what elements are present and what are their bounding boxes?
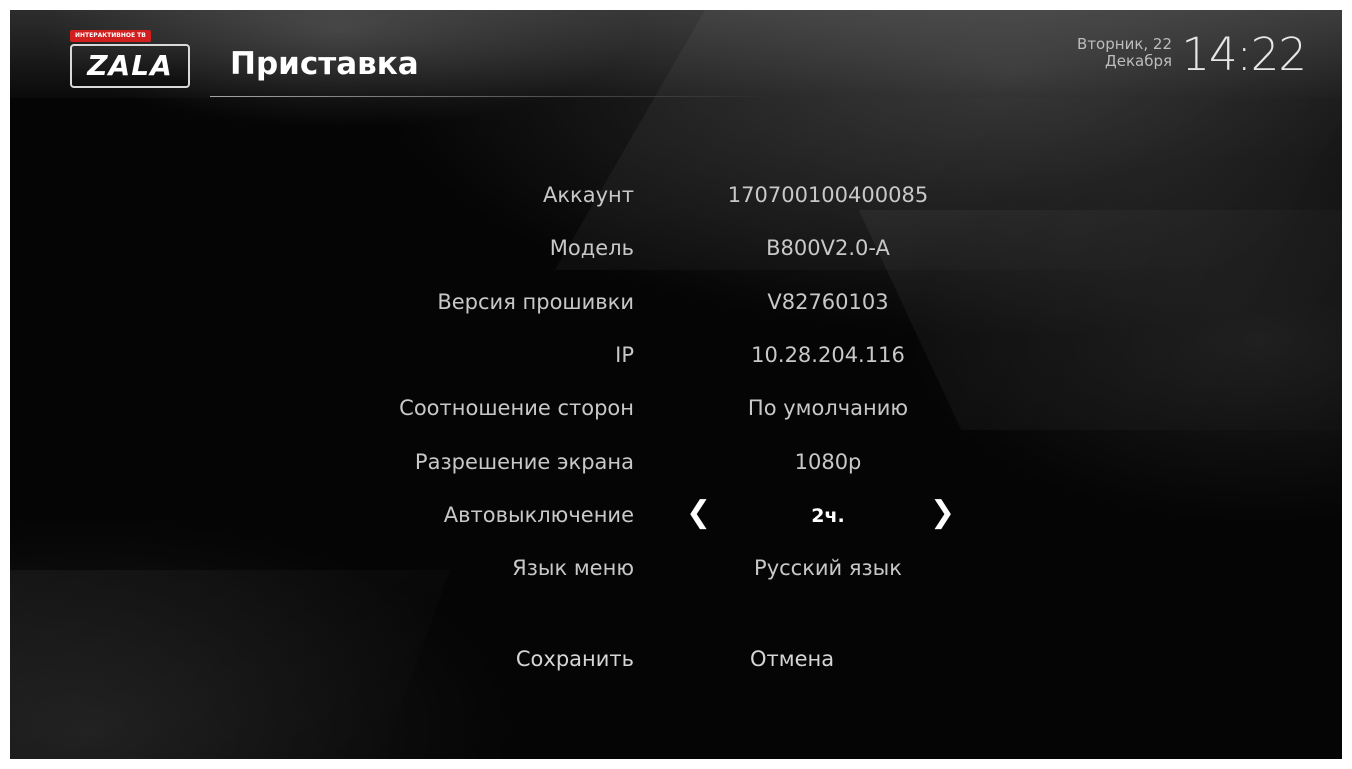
logo-tagline: ИНТЕРАКТИВНОЕ ТВ: [70, 30, 151, 42]
aspect-ratio-label: Соотношение сторон: [399, 396, 634, 420]
page-title: Приставка: [230, 46, 419, 82]
auto-off-label: Автовыключение: [443, 503, 634, 527]
menu-language-label: Язык меню: [512, 556, 634, 580]
resolution-label: Разрешение экрана: [414, 450, 634, 474]
menu-language-value[interactable]: Русский язык: [718, 556, 938, 580]
clock: 14:22: [1181, 28, 1307, 81]
resolution-value[interactable]: 1080p: [718, 450, 938, 474]
auto-off-value[interactable]: 2ч.: [718, 505, 938, 527]
background-facet: [10, 570, 451, 759]
cancel-button[interactable]: Отмена: [750, 647, 834, 671]
zala-logo: ИНТЕРАКТИВНОЕ ТВ ZALA: [70, 30, 192, 88]
ip-value: 10.28.204.116: [751, 343, 905, 367]
firmware-label: Версия прошивки: [437, 290, 634, 314]
header-divider: [210, 96, 770, 97]
date-month: Декабря: [1105, 52, 1172, 70]
account-value: 170700100400085: [727, 183, 929, 207]
model-value: B800V2.0-A: [766, 236, 890, 260]
chevron-right-icon[interactable]: ❯: [930, 498, 955, 528]
save-button[interactable]: Сохранить: [516, 647, 634, 671]
aspect-ratio-value[interactable]: По умолчанию: [718, 396, 938, 420]
logo-wordmark: ZALA: [70, 44, 190, 88]
firmware-value: V82760103: [767, 290, 889, 314]
date-display: Вторник, 22 Декабря: [1012, 36, 1172, 70]
model-label: Модель: [549, 236, 634, 260]
ip-label: IP: [615, 343, 634, 367]
date-weekday: Вторник, 22: [1077, 35, 1172, 53]
tv-screen: ИНТЕРАКТИВНОЕ ТВ ZALA Приставка Вторник,…: [10, 10, 1342, 759]
account-label: Аккаунт: [543, 183, 634, 207]
chevron-left-icon[interactable]: ❮: [686, 498, 711, 528]
